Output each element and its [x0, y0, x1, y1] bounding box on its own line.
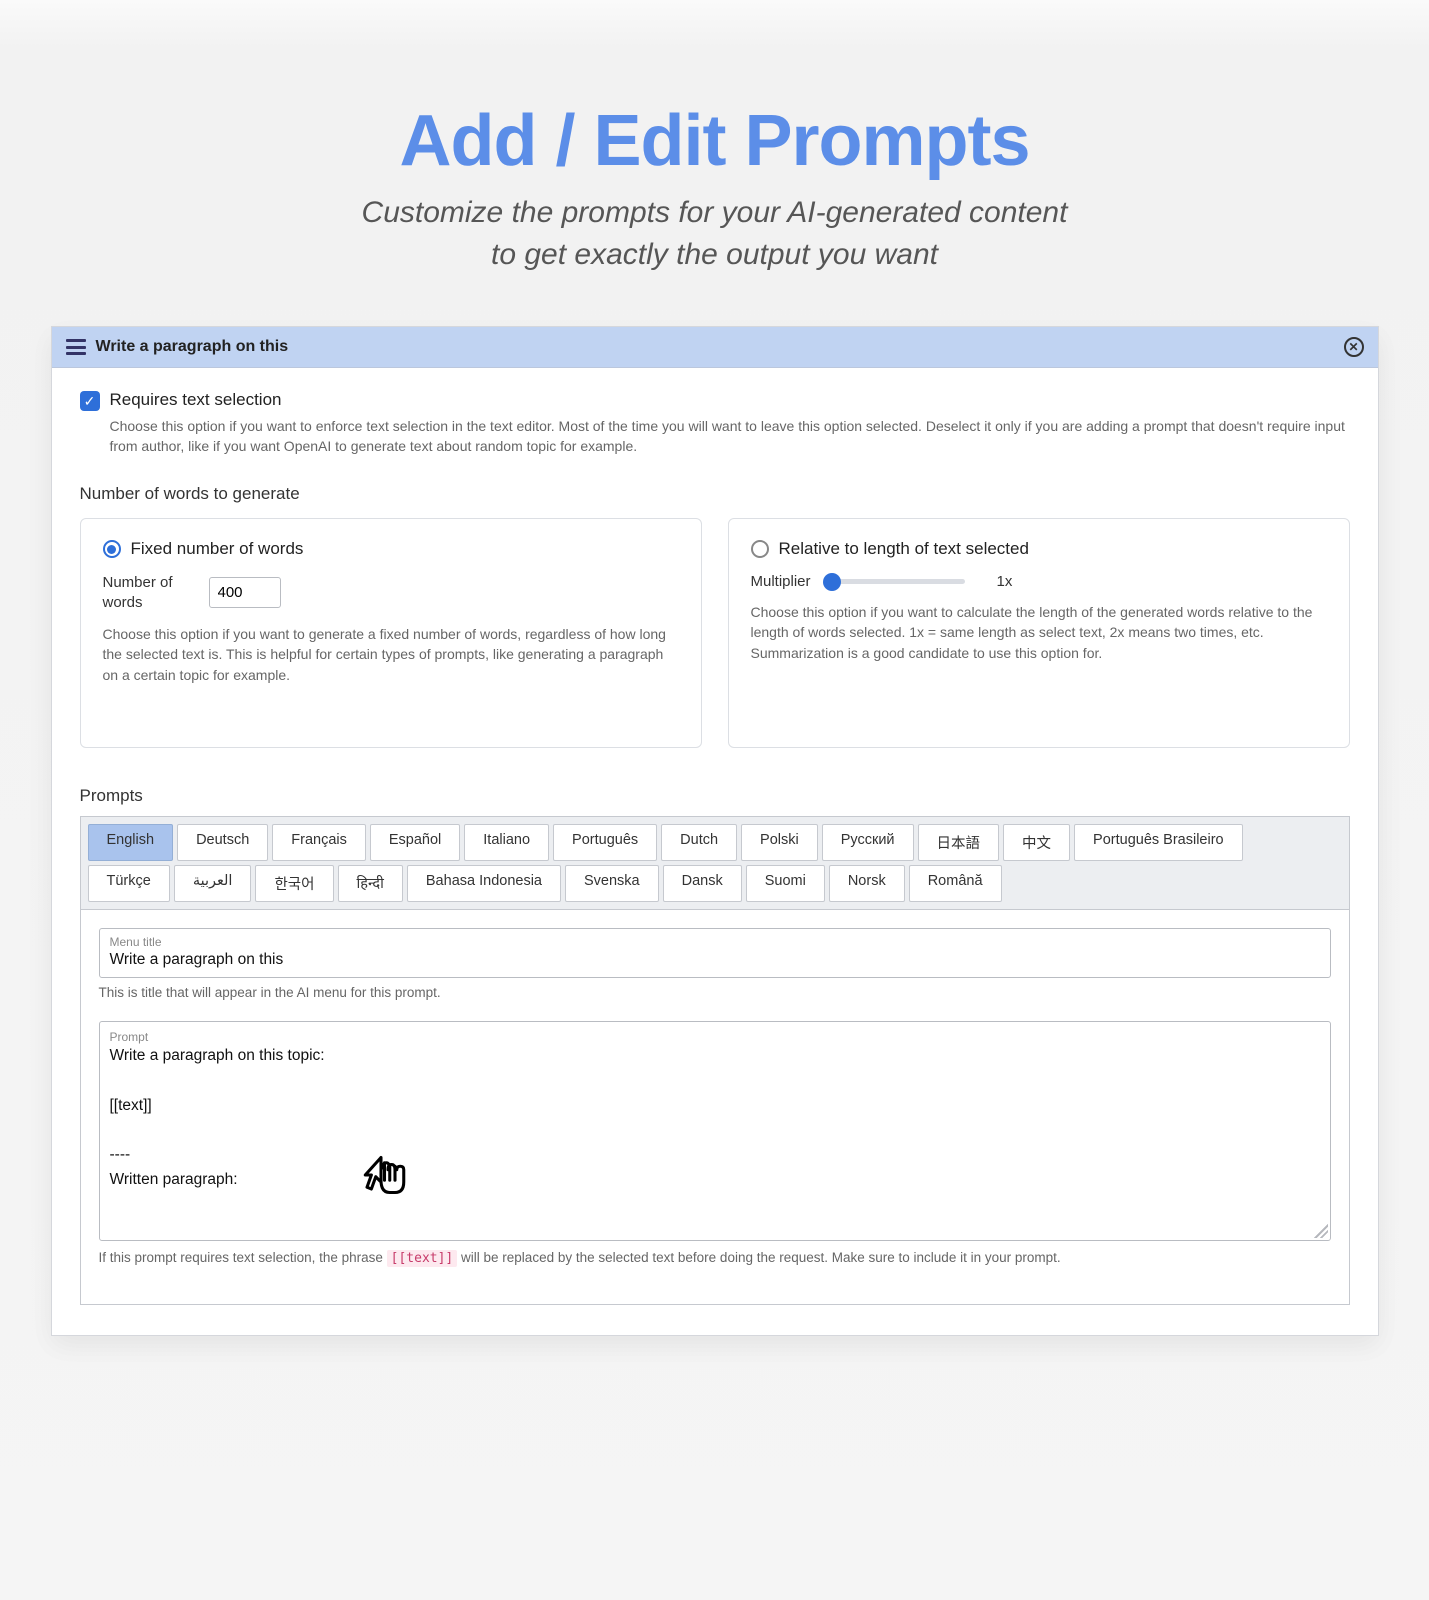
language-tab[interactable]: Français: [272, 824, 366, 861]
requires-selection-checkbox[interactable]: ✓: [80, 391, 100, 411]
page-title: Add / Edit Prompts: [0, 100, 1429, 182]
language-tab[interactable]: 한국어: [255, 865, 333, 902]
multiplier-label: Multiplier: [751, 573, 811, 590]
prompts-section-label: Prompts: [80, 786, 1350, 806]
menu-title-field[interactable]: Menu title Write a paragraph on this: [99, 928, 1331, 978]
requires-selection-help: Choose this option if you want to enforc…: [110, 417, 1350, 456]
multiplier-slider[interactable]: [825, 579, 965, 584]
panel-title: Write a paragraph on this: [96, 338, 289, 356]
menu-title-minilabel: Menu title: [110, 935, 1320, 949]
relative-words-card: Relative to length of text selected Mult…: [728, 518, 1350, 748]
language-tabs-container: EnglishDeutschFrançaisEspañolItalianoPor…: [80, 816, 1350, 1305]
numwords-section-label: Number of words to generate: [80, 484, 1350, 504]
language-tab[interactable]: 日本語: [918, 824, 1000, 861]
numwords-input-label: Number of words: [103, 573, 193, 612]
text-placeholder-chip: [[text]]: [387, 1250, 458, 1267]
relative-words-radio-label: Relative to length of text selected: [779, 539, 1029, 559]
language-tab[interactable]: 中文: [1003, 824, 1070, 861]
language-tab[interactable]: Русский: [822, 824, 914, 861]
relative-words-radio[interactable]: [751, 540, 769, 558]
language-tabs-row-1: EnglishDeutschFrançaisEspañolItalianoPor…: [81, 817, 1349, 863]
language-tab[interactable]: Español: [370, 824, 460, 861]
prompt-help: If this prompt requires text selection, …: [99, 1249, 1331, 1268]
pointer-cursor-icon: [360, 1147, 416, 1203]
requires-selection-label: Requires text selection: [110, 390, 282, 410]
page-subtitle: Customize the prompts for your AI-genera…: [0, 192, 1429, 276]
menu-title-value: Write a paragraph on this: [110, 951, 1320, 969]
resize-handle-icon[interactable]: [1314, 1224, 1328, 1238]
language-tab[interactable]: Português Brasileiro: [1074, 824, 1243, 861]
language-tab[interactable]: Polski: [741, 824, 818, 861]
language-tab[interactable]: Română: [909, 865, 1002, 902]
language-tab[interactable]: Bahasa Indonesia: [407, 865, 561, 902]
fixed-words-help: Choose this option if you want to genera…: [103, 624, 679, 685]
relative-words-help: Choose this option if you want to calcul…: [751, 602, 1327, 663]
multiplier-value: 1x: [997, 573, 1013, 590]
language-tab[interactable]: Italiano: [464, 824, 549, 861]
language-tab[interactable]: Dansk: [663, 865, 742, 902]
language-tab[interactable]: Deutsch: [177, 824, 268, 861]
prompt-minilabel: Prompt: [110, 1030, 1320, 1044]
language-tab[interactable]: हिन्दी: [338, 865, 403, 902]
panel-header: Write a paragraph on this ✕: [52, 327, 1378, 368]
menu-title-help: This is title that will appear in the AI…: [99, 984, 1331, 1003]
language-tab[interactable]: Svenska: [565, 865, 659, 902]
prompt-editor-panel: Write a paragraph on this ✕ ✓ Requires t…: [51, 326, 1379, 1336]
fixed-words-card: Fixed number of words Number of words Ch…: [80, 518, 702, 748]
fixed-words-radio[interactable]: [103, 540, 121, 558]
hamburger-icon[interactable]: [66, 339, 86, 355]
language-tab[interactable]: Português: [553, 824, 657, 861]
language-tab[interactable]: Norsk: [829, 865, 905, 902]
prompt-textarea[interactable]: Prompt Write a paragraph on this topic: …: [99, 1021, 1331, 1241]
prompt-content: Write a paragraph on this topic: [[text]…: [110, 1044, 1320, 1193]
fixed-words-radio-label: Fixed number of words: [131, 539, 304, 559]
close-icon[interactable]: ✕: [1344, 337, 1364, 357]
language-tab[interactable]: Türkçe: [88, 865, 170, 902]
slider-thumb-icon[interactable]: [823, 573, 841, 591]
language-tab[interactable]: العربية: [174, 865, 252, 902]
language-tabs-row-2: Türkçeالعربية한국어हिन्दीBahasa IndonesiaSv…: [81, 863, 1349, 909]
language-tab[interactable]: Dutch: [661, 824, 737, 861]
language-tab[interactable]: English: [88, 824, 174, 861]
language-tab[interactable]: Suomi: [746, 865, 825, 902]
numwords-input[interactable]: [209, 577, 281, 608]
